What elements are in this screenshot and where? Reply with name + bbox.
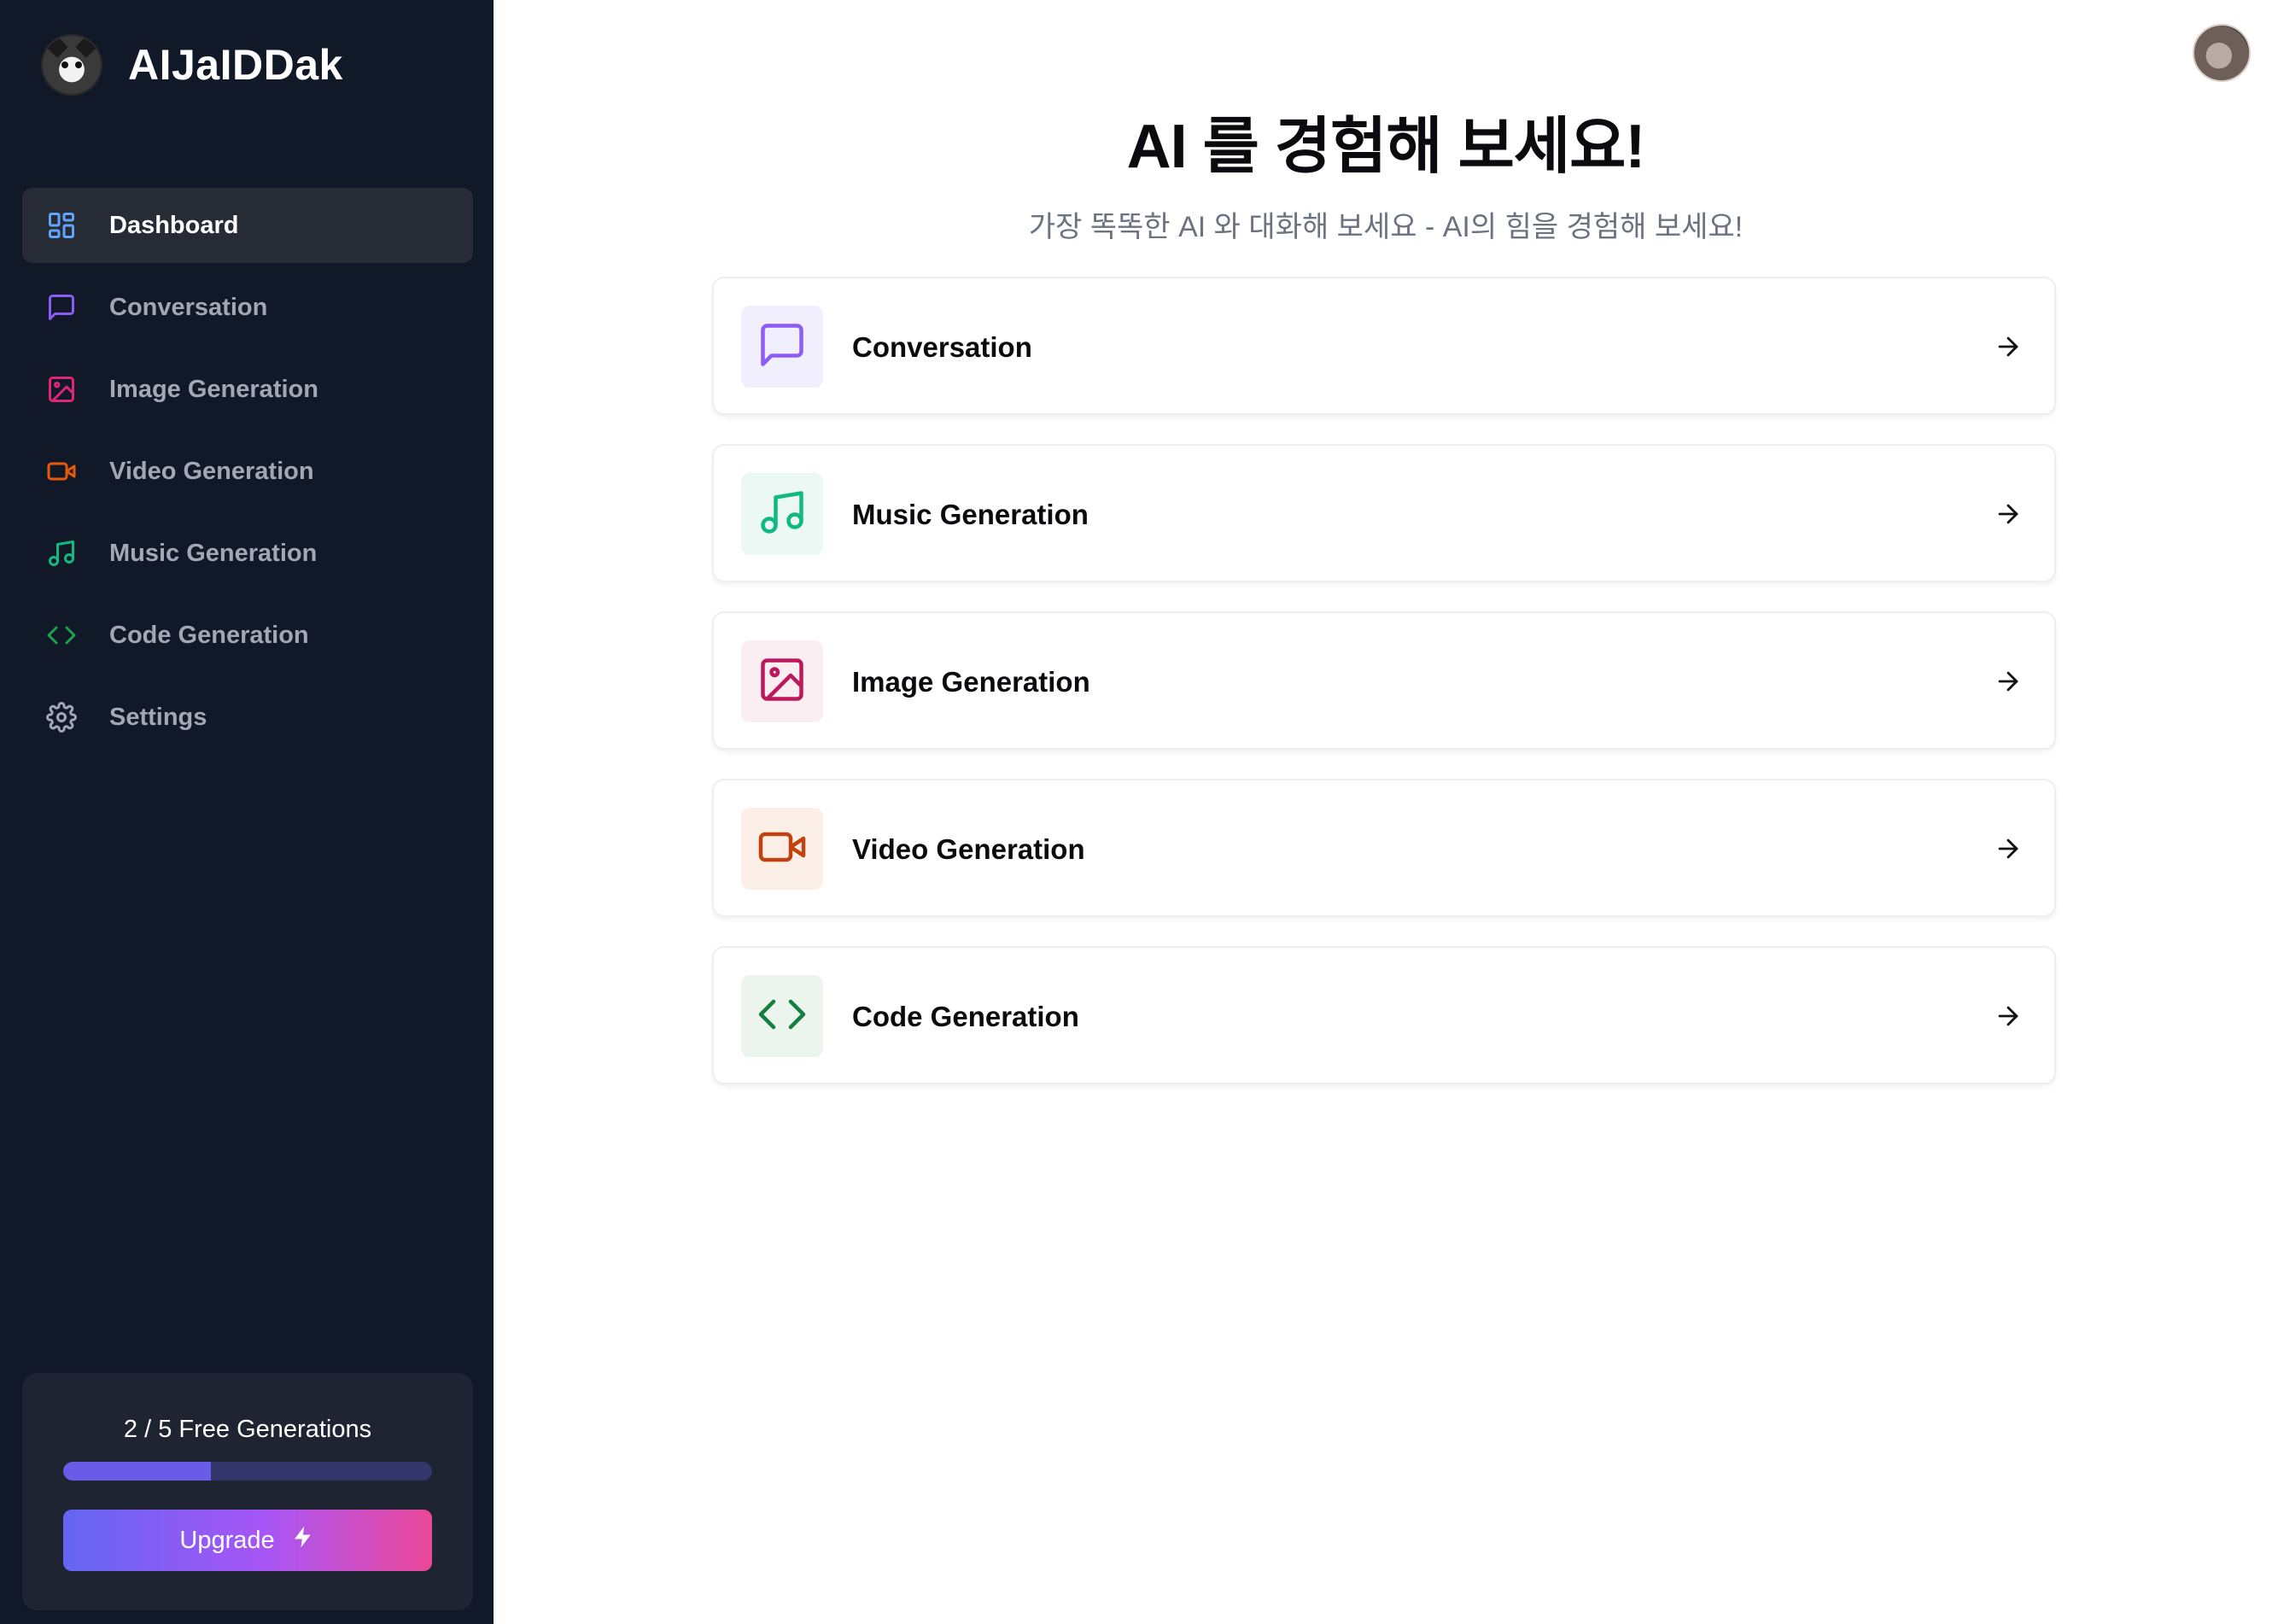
- card-icon-box: [741, 640, 823, 722]
- dashboard-icon: [44, 208, 79, 242]
- sidebar-item-label: Settings: [109, 703, 207, 731]
- message-icon: [44, 290, 79, 324]
- sidebar-item-label: Video Generation: [109, 457, 314, 485]
- user-avatar[interactable]: [2193, 24, 2251, 82]
- sidebar-item-code-generation[interactable]: Code Generation: [22, 598, 473, 673]
- arrow-right-icon: [1991, 664, 2025, 698]
- arrow-right-icon: [1991, 330, 2025, 364]
- card-icon-box: [741, 306, 823, 388]
- brand-logo: [41, 34, 102, 96]
- sidebar-item-label: Image Generation: [109, 375, 318, 403]
- arrow-right-icon: [1991, 999, 2025, 1033]
- arrow-right-icon: [1991, 497, 2025, 531]
- sidebar-item-music-generation[interactable]: Music Generation: [22, 516, 473, 591]
- card-conversation[interactable]: Conversation: [712, 277, 2056, 415]
- sidebar-item-image-generation[interactable]: Image Generation: [22, 352, 473, 427]
- code-icon: [756, 989, 808, 1044]
- lightning-icon: [290, 1524, 316, 1557]
- page-subtitle: 가장 똑똑한 AI 와 대화해 보세요 - AI의 힘을 경험해 보세요!: [1028, 211, 1744, 243]
- free-generations-count: 2 / 5 Free Generations: [123, 1416, 372, 1443]
- card-code-generation[interactable]: Code Generation: [712, 946, 2056, 1084]
- sidebar-item-video-generation[interactable]: Video Generation: [22, 434, 473, 509]
- upgrade-button[interactable]: Upgrade: [63, 1510, 432, 1571]
- sidebar-item-conversation[interactable]: Conversation: [22, 270, 473, 345]
- brand[interactable]: AIJaIDDak: [41, 34, 343, 96]
- upgrade-label: Upgrade: [179, 1526, 275, 1554]
- message-icon: [756, 319, 808, 375]
- card-icon-box: [741, 808, 823, 890]
- card-title: Video Generation: [852, 833, 1085, 865]
- sidebar-item-label: Conversation: [109, 293, 268, 321]
- brand-name: AIJaIDDak: [128, 41, 343, 89]
- usage-progress-fill: [63, 1462, 211, 1481]
- video-icon: [44, 454, 79, 488]
- video-icon: [756, 821, 808, 877]
- sidebar: AIJaIDDak Dashboard Conversation Image G…: [0, 0, 494, 1624]
- arrow-right-icon: [1991, 832, 2025, 866]
- card-title: Conversation: [852, 331, 1032, 363]
- usage-progress-bar: [63, 1462, 432, 1481]
- card-icon-box: [741, 975, 823, 1057]
- image-icon: [756, 654, 808, 710]
- code-icon: [44, 618, 79, 652]
- sidebar-item-dashboard[interactable]: Dashboard: [22, 188, 473, 263]
- card-title: Music Generation: [852, 499, 1089, 530]
- card-title: Code Generation: [852, 1001, 1079, 1032]
- music-icon: [44, 536, 79, 570]
- music-icon: [756, 487, 808, 542]
- card-video-generation[interactable]: Video Generation: [712, 779, 2056, 917]
- tool-cards: Conversation Music Generation Image Gene…: [712, 277, 2056, 1113]
- card-title: Image Generation: [852, 666, 1090, 698]
- page-title: AI 를 경험해 보세요!: [1126, 113, 1646, 181]
- sidebar-item-label: Code Generation: [109, 621, 309, 649]
- sidebar-item-settings[interactable]: Settings: [22, 680, 473, 755]
- card-music-generation[interactable]: Music Generation: [712, 444, 2056, 582]
- gear-icon: [44, 700, 79, 734]
- image-icon: [44, 372, 79, 406]
- sidebar-item-label: Dashboard: [109, 211, 239, 239]
- card-image-generation[interactable]: Image Generation: [712, 611, 2056, 750]
- free-usage-panel: 2 / 5 Free Generations Upgrade: [22, 1373, 473, 1610]
- card-icon-box: [741, 473, 823, 555]
- sidebar-nav: Dashboard Conversation Image Generation: [22, 188, 473, 762]
- sidebar-item-label: Music Generation: [109, 539, 318, 567]
